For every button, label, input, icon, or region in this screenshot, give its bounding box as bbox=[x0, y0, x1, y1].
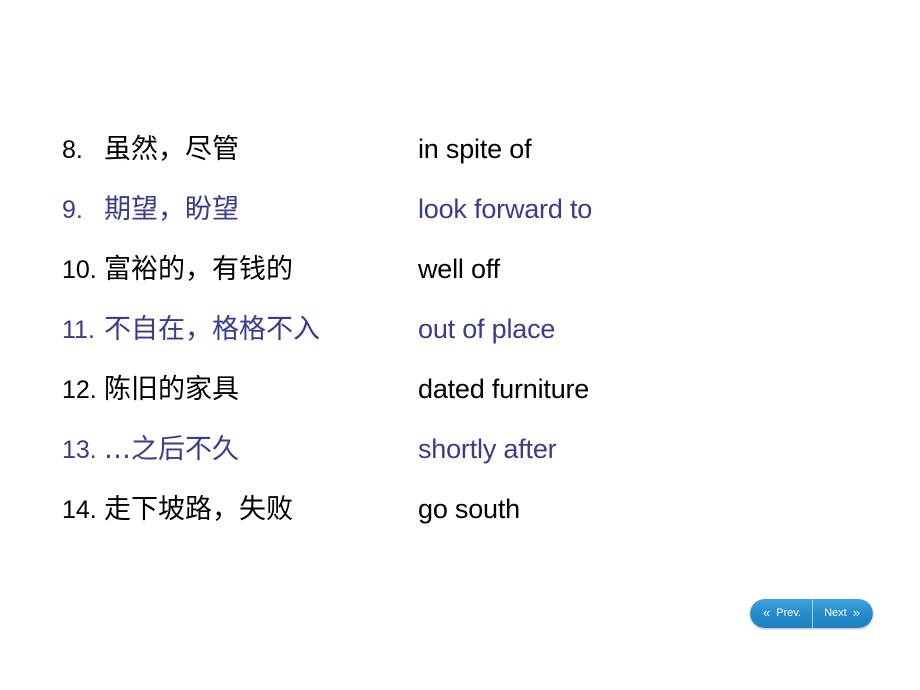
vocab-row: 11. 不自在，格格不入 out of place bbox=[62, 316, 762, 376]
vocab-row-number: 8. bbox=[62, 136, 97, 164]
vocabulary-list: 8. 虽然，尽管 in spite of 9. 期望，盼望 look forward … bbox=[62, 136, 762, 556]
vocab-row-english: in spite of bbox=[418, 134, 532, 164]
prev-button-label: Prev. bbox=[776, 607, 802, 619]
vocab-row-number: 10. bbox=[62, 256, 97, 284]
vocab-row-chinese: 陈旧的家具 bbox=[104, 374, 239, 405]
vocab-row-number: 9. bbox=[62, 196, 97, 224]
vocab-row-english: look forward to bbox=[418, 194, 593, 224]
vocab-row-chinese: 走下坡路，失败 bbox=[104, 494, 293, 525]
vocab-row: 12. 陈旧的家具 dated furniture bbox=[62, 376, 762, 436]
chevron-right-double-icon: » bbox=[852, 605, 860, 620]
next-button-label: Next bbox=[824, 607, 847, 619]
vocab-row-english: out of place bbox=[418, 314, 556, 344]
vocab-row-chinese: …之后不久 bbox=[104, 434, 239, 465]
vocab-row-number: 14. bbox=[62, 496, 97, 524]
vocab-row: 9. 期望，盼望 look forward to bbox=[62, 196, 762, 256]
vocab-row: 14. 走下坡路，失败 go south bbox=[62, 496, 762, 556]
vocab-row: 13. …之后不久 shortly after bbox=[62, 436, 762, 496]
vocab-row-chinese: 虽然，尽管 bbox=[104, 134, 239, 165]
vocab-row-english: dated furniture bbox=[418, 374, 590, 404]
vocab-row-chinese: 期望，盼望 bbox=[104, 194, 239, 225]
vocab-row: 10. 富裕的，有钱的 well off bbox=[62, 256, 762, 316]
vocab-row-english: shortly after bbox=[418, 434, 557, 464]
vocab-row-chinese: 不自在，格格不入 bbox=[104, 314, 320, 345]
vocab-row-number: 13. bbox=[62, 436, 97, 464]
slide-canvas: 8. 虽然，尽管 in spite of 9. 期望，盼望 look forward … bbox=[0, 0, 920, 690]
vocab-row-english: well off bbox=[418, 254, 500, 284]
vocab-row: 8. 虽然，尽管 in spite of bbox=[62, 136, 762, 196]
chevron-left-double-icon: « bbox=[763, 605, 771, 620]
vocab-row-chinese: 富裕的，有钱的 bbox=[104, 254, 293, 285]
prev-button[interactable]: « Prev. bbox=[750, 599, 814, 628]
next-button[interactable]: Next » bbox=[813, 599, 873, 628]
vocab-row-english: go south bbox=[418, 494, 520, 524]
vocab-row-number: 12. bbox=[62, 376, 97, 404]
vocab-row-number: 11. bbox=[62, 316, 95, 344]
slide-navigation: « Prev. Next » bbox=[750, 599, 873, 628]
